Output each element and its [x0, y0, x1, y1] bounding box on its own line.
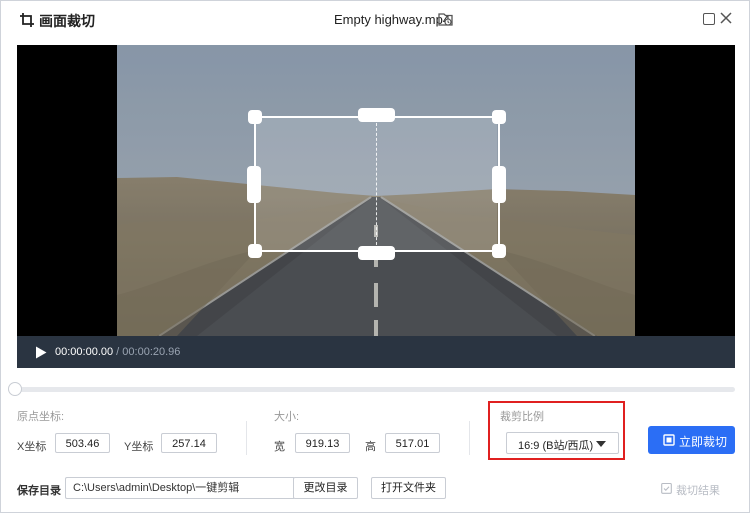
app-title: 画面裁切	[39, 13, 95, 29]
aspect-ratio-dropdown[interactable]: 16:9 (B站/西瓜)	[506, 432, 619, 454]
open-folder-button[interactable]: 打开文件夹	[371, 477, 446, 499]
origin-section-label: 原点坐标:	[17, 411, 65, 423]
crop-handle-top-left[interactable]	[248, 110, 262, 124]
time-separator: /	[113, 346, 123, 358]
height-input[interactable]: 517.01	[385, 433, 440, 453]
maximize-button[interactable]	[703, 13, 715, 25]
width-input[interactable]: 919.13	[295, 433, 350, 453]
crop-handle-bottom[interactable]	[358, 246, 395, 260]
save-dir-label: 保存目录	[17, 485, 61, 497]
change-dir-button[interactable]: 更改目录	[293, 477, 358, 499]
divider	[469, 421, 470, 455]
x-label: X坐标	[17, 441, 47, 453]
clipboard-check-icon	[661, 482, 672, 494]
timeline-knob[interactable]	[8, 382, 22, 396]
crop-handle-right[interactable]	[492, 166, 506, 203]
crop-icon	[663, 434, 675, 446]
replace-file-icon[interactable]	[437, 11, 454, 28]
crop-now-button[interactable]: 立即裁切	[648, 426, 735, 454]
ratio-section-label: 裁剪比例	[500, 411, 544, 423]
video-preview	[17, 45, 735, 336]
title-bar: 画面裁切 Empty highway.mp4	[1, 1, 749, 39]
crop-handle-bottom-left[interactable]	[248, 244, 262, 258]
height-label: 高	[365, 441, 376, 453]
x-coordinate-input[interactable]: 503.46	[55, 433, 110, 453]
divider	[246, 421, 247, 455]
time-display: 00:00:00.00 / 00:00:20.96	[55, 346, 180, 358]
file-name: Empty highway.mp4	[334, 12, 451, 27]
ratio-selected-value: 16:9 (B站/西瓜)	[518, 440, 594, 452]
crop-result-label: 裁切结果	[676, 485, 720, 497]
crop-handle-left[interactable]	[247, 166, 261, 203]
crop-icon	[20, 13, 34, 27]
crop-handle-top[interactable]	[358, 108, 395, 122]
player-control-bar: 00:00:00.00 / 00:00:20.96	[17, 336, 735, 368]
play-icon[interactable]	[35, 346, 47, 359]
crop-window: 画面裁切 Empty highway.mp4 00:00:00.00 / 00:…	[0, 0, 750, 513]
size-section-label: 大小:	[274, 411, 300, 423]
crop-now-label: 立即裁切	[679, 435, 728, 449]
current-time: 00:00:00.00	[55, 346, 114, 358]
save-path-field[interactable]: C:\Users\admin\Desktop\一键剪辑	[65, 477, 294, 499]
width-label: 宽	[274, 441, 285, 453]
y-label: Y坐标	[124, 441, 154, 453]
crop-selection-box[interactable]	[254, 116, 500, 252]
chevron-down-icon	[596, 441, 606, 447]
timeline-track[interactable]	[17, 387, 735, 392]
crop-handle-bottom-right[interactable]	[492, 244, 506, 258]
close-icon[interactable]	[719, 11, 733, 25]
crop-handle-top-right[interactable]	[492, 110, 506, 124]
duration: 00:00:20.96	[122, 346, 181, 358]
y-coordinate-input[interactable]: 257.14	[161, 433, 217, 453]
crop-center-guide	[376, 118, 377, 250]
